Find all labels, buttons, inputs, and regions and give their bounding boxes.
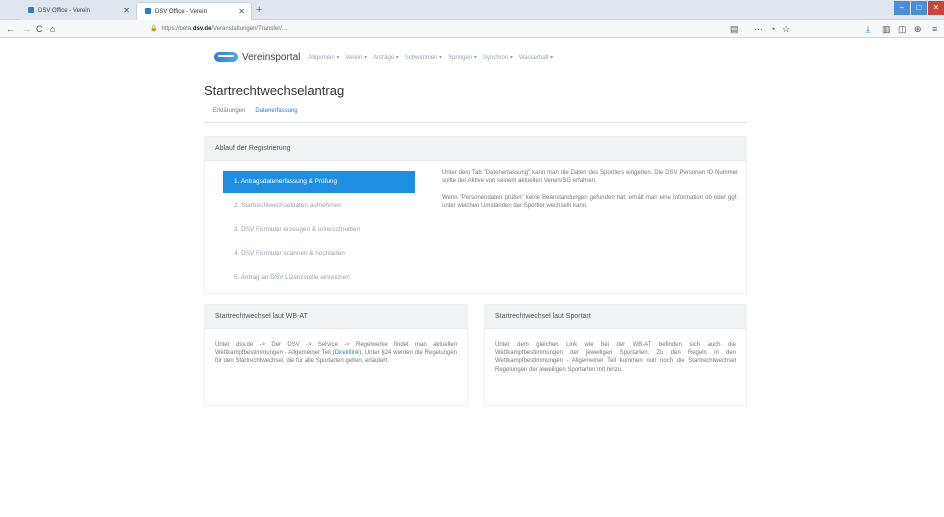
menu-item-wasserball[interactable]: Wasserball ▾ xyxy=(519,54,553,61)
step-1[interactable]: 1. Antragsdatenerfassung & Prüfung xyxy=(223,171,415,193)
registration-text-2: Wenn "Personendaten prüfen" keine Beanst… xyxy=(442,194,738,210)
tab-label: DSV Office - Verein xyxy=(38,8,90,14)
url-domain: dsv.de xyxy=(192,26,212,32)
step-5[interactable]: 5. Antrag an DSV Lizenzstelle einreichen xyxy=(223,267,415,289)
step-4[interactable]: 4. DSV Formular scannen & hochladen xyxy=(223,243,415,265)
back-icon[interactable]: ← xyxy=(6,22,15,36)
favicon-icon xyxy=(28,7,34,14)
browser-tab-1[interactable]: DSV Office - Verein ✕ xyxy=(20,2,136,20)
menu-item-verein[interactable]: Verein ▾ xyxy=(345,54,367,61)
menu-icon[interactable]: ≡ xyxy=(932,22,937,36)
tabs-divider xyxy=(204,122,747,123)
minimize-button[interactable]: – xyxy=(894,1,910,15)
sportart-text: Unter dem gleichen Link wie bei der WB-A… xyxy=(495,342,736,373)
dsv-logo[interactable] xyxy=(214,52,238,62)
step-3[interactable]: 3. DSV Formular erzeugen & unterschreibe… xyxy=(223,219,415,241)
window-controls: – □ ✕ xyxy=(893,0,944,16)
extension-icon[interactable]: ⊕ xyxy=(914,22,922,36)
tab-label: DSV Office - Verein xyxy=(155,9,207,15)
registration-description: Unter dem Tab "Datenerfassung" kann man … xyxy=(442,169,738,219)
url-prefix: https://beta. xyxy=(161,26,193,32)
wbat-text: Unter dsv.de -> Der DSV -> Service -> Re… xyxy=(205,329,467,366)
page-content: Vereinsportal Allgemein ▾ Verein ▾ Anträ… xyxy=(0,38,944,517)
menu-item-synchron[interactable]: Synchron ▾ xyxy=(483,54,513,61)
step-2[interactable]: 2. Startrechtwechseldaten aufnehmen xyxy=(223,195,415,217)
direktlink-link[interactable]: Direktlink xyxy=(335,350,360,356)
site-menu: Allgemein ▾ Verein ▾ Anträge ▾ Schwimmen… xyxy=(308,54,553,61)
registration-text-1: Unter dem Tab "Datenerfassung" kann man … xyxy=(442,170,738,185)
close-window-button[interactable]: ✕ xyxy=(928,1,944,15)
sportart-panel: Startrechtwechsel laut Sportart Unter de… xyxy=(484,304,747,406)
url-bar[interactable]: 🔒 https://beta.dsv.de/Veranstaltungen/Tra… xyxy=(150,22,800,36)
tab-erklaerungen[interactable]: Erklärungen xyxy=(213,108,245,114)
page-tabs: Erklärungen Datenerfassung xyxy=(213,108,298,114)
new-tab-button[interactable]: + xyxy=(256,3,262,17)
sidebar-icon[interactable]: ◫ xyxy=(898,22,907,36)
page-actions-icon[interactable]: ⋯ xyxy=(754,22,763,36)
registration-heading: Ablauf der Registrierung xyxy=(205,137,746,161)
lock-icon: 🔒 xyxy=(150,26,158,32)
site-title[interactable]: Vereinsportal xyxy=(242,52,300,63)
tab-datenerfassung[interactable]: Datenerfassung xyxy=(255,108,297,114)
browser-tab-bar: DSV Office - Verein ✕ DSV Office - Verei… xyxy=(0,0,944,20)
reader-view-icon[interactable]: ▤ xyxy=(730,22,739,36)
registration-panel: Ablauf der Registrierung 1. Antragsdaten… xyxy=(204,136,747,294)
wbat-panel: Startrechtwechsel laut WB-AT Unter dsv.d… xyxy=(204,304,468,406)
reload-icon[interactable]: C xyxy=(36,22,43,36)
close-tab-icon[interactable]: ✕ xyxy=(238,3,245,21)
menu-item-schwimmen[interactable]: Schwimmen ▾ xyxy=(405,54,442,61)
url-path: /Veranstaltungen/Transfer/... xyxy=(211,26,287,32)
home-icon[interactable]: ⌂ xyxy=(50,22,55,36)
menu-item-springen[interactable]: Springen ▾ xyxy=(448,54,477,61)
pocket-icon[interactable]: ◔ xyxy=(770,22,775,36)
close-tab-icon[interactable]: ✕ xyxy=(123,2,130,20)
page-title: Startrechtwechselantrag xyxy=(204,83,345,98)
browser-tab-2[interactable]: DSV Office - Verein ✕ xyxy=(136,2,252,20)
browser-nav-bar: ← → C ⌂ 🔒 https://beta.dsv.de/Veranstaltu… xyxy=(0,20,944,38)
forward-icon[interactable]: → xyxy=(22,22,31,36)
menu-item-allgemein[interactable]: Allgemein ▾ xyxy=(308,54,339,61)
sportart-heading: Startrechtwechsel laut Sportart xyxy=(485,305,746,329)
maximize-button[interactable]: □ xyxy=(911,1,927,15)
menu-item-antraege[interactable]: Anträge ▾ xyxy=(373,54,399,61)
site-header: Vereinsportal Allgemein ▾ Verein ▾ Anträ… xyxy=(214,50,553,64)
wbat-heading: Startrechtwechsel laut WB-AT xyxy=(205,305,467,329)
registration-steps: 1. Antragsdatenerfassung & Prüfung 2. St… xyxy=(223,171,415,291)
favicon-icon xyxy=(145,8,151,15)
library-icon[interactable]: ▥ xyxy=(882,22,891,36)
bookmark-star-icon[interactable]: ☆ xyxy=(782,22,790,36)
download-icon[interactable]: ⤓ xyxy=(866,22,870,36)
